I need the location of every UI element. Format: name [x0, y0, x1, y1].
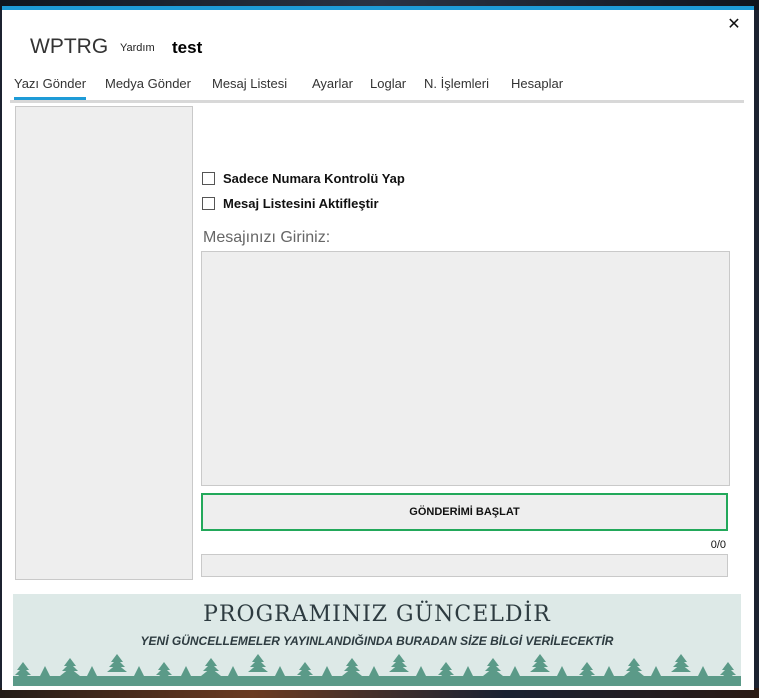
- update-banner: PROGRAMINIZ GÜNCELDİR YENİ GÜNCELLEMELER…: [13, 594, 741, 686]
- banner-subtitle: YENİ GÜNCELLEMELER YAYINLANDIĞINDA BURAD…: [140, 634, 614, 648]
- tree-icon: [624, 658, 644, 676]
- app-window: ✕ WPTRG Yardım test Yazı Gönder Medya Gö…: [2, 6, 754, 690]
- start-sending-button[interactable]: GÖNDERİMİ BAŞLAT: [201, 493, 728, 531]
- tree-decoration: [15, 654, 736, 678]
- message-textarea[interactable]: [201, 251, 730, 486]
- tree-icon: [483, 658, 503, 676]
- send-counter: 0/0: [710, 539, 726, 551]
- message-list-option[interactable]: Mesaj Listesini Aktifleştir: [202, 196, 379, 211]
- tree-icon: [107, 654, 127, 672]
- number-check-label[interactable]: Sadece Numara Kontrolü Yap: [223, 171, 405, 186]
- tree-icon: [201, 658, 221, 676]
- tree-icon: [389, 654, 409, 672]
- number-check-checkbox[interactable]: [202, 172, 215, 185]
- help-link[interactable]: Yardım: [120, 42, 155, 54]
- tree-icon: [60, 658, 80, 676]
- close-icon[interactable]: ✕: [726, 16, 742, 34]
- tab-bar: Yazı Gönder Medya Gönder Mesaj Listesi A…: [10, 74, 744, 103]
- banner-title: PROGRAMINIZ GÜNCELDİR: [203, 602, 551, 627]
- tab-logs[interactable]: Loglar: [370, 76, 406, 91]
- number-check-option[interactable]: Sadece Numara Kontrolü Yap: [202, 171, 405, 186]
- tab-text-send[interactable]: Yazı Gönder: [14, 76, 87, 100]
- recipient-list[interactable]: [15, 106, 193, 580]
- tree-icon: [530, 654, 550, 672]
- progress-bar: [201, 554, 728, 577]
- tab-media-send[interactable]: Medya Gönder: [105, 76, 191, 91]
- message-list-checkbox[interactable]: [202, 197, 215, 210]
- message-label: Mesajınızı Giriniz:: [203, 229, 331, 246]
- tree-icon: [671, 654, 691, 672]
- tree-icon: [342, 658, 362, 676]
- tree-icon: [248, 654, 268, 672]
- banner-ground: [13, 676, 741, 686]
- app-title: WPTRG: [30, 35, 109, 58]
- user-name: test: [172, 38, 203, 57]
- tab-number-operations[interactable]: N. İşlemleri: [424, 76, 489, 91]
- message-list-label[interactable]: Mesaj Listesini Aktifleştir: [223, 196, 379, 211]
- tab-settings[interactable]: Ayarlar: [312, 76, 353, 91]
- tab-accounts[interactable]: Hesaplar: [511, 76, 563, 91]
- tab-message-list[interactable]: Mesaj Listesi: [212, 76, 287, 91]
